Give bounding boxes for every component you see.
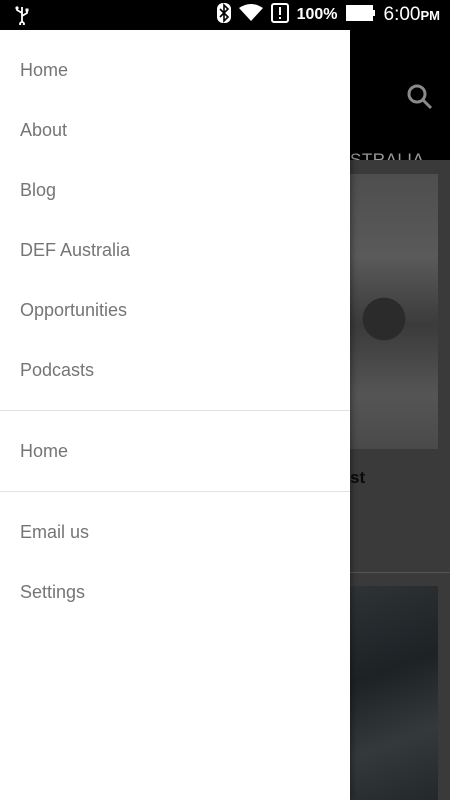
clock-time: 6:00 <box>383 4 421 25</box>
article-image-2[interactable] <box>350 586 438 800</box>
alert-icon <box>270 2 289 28</box>
nav-item-def-australia[interactable]: DEF Australia <box>0 220 350 280</box>
nav-section-main: Home About Blog DEF Australia Opportunit… <box>0 40 350 400</box>
status-bar: 100% 6:00PM <box>0 0 450 30</box>
article-image[interactable] <box>350 174 438 449</box>
nav-section-utility: Email us Settings <box>0 502 350 622</box>
nav-item-home-secondary[interactable]: Home <box>0 421 350 481</box>
feed-divider <box>350 572 450 573</box>
clock-ampm: PM <box>420 8 441 23</box>
nav-divider <box>0 410 350 411</box>
nav-item-podcasts[interactable]: Podcasts <box>0 340 350 400</box>
search-icon[interactable] <box>405 82 435 117</box>
nav-item-about[interactable]: About <box>0 100 350 160</box>
nav-divider <box>0 491 350 492</box>
usb-icon <box>12 5 32 30</box>
battery-icon <box>345 4 376 26</box>
nav-item-email-us[interactable]: Email us <box>0 502 350 562</box>
navigation-drawer: Home About Blog DEF Australia Opportunit… <box>0 30 350 800</box>
bluetooth-icon <box>216 2 231 28</box>
nav-section-secondary: Home <box>0 421 350 481</box>
battery-percent: 100% <box>296 6 338 23</box>
nav-item-blog[interactable]: Blog <box>0 160 350 220</box>
article-title[interactable]: st <box>350 468 370 488</box>
wifi-icon <box>238 3 263 27</box>
nav-item-home[interactable]: Home <box>0 40 350 100</box>
nav-item-opportunities[interactable]: Opportunities <box>0 280 350 340</box>
nav-item-settings[interactable]: Settings <box>0 562 350 622</box>
